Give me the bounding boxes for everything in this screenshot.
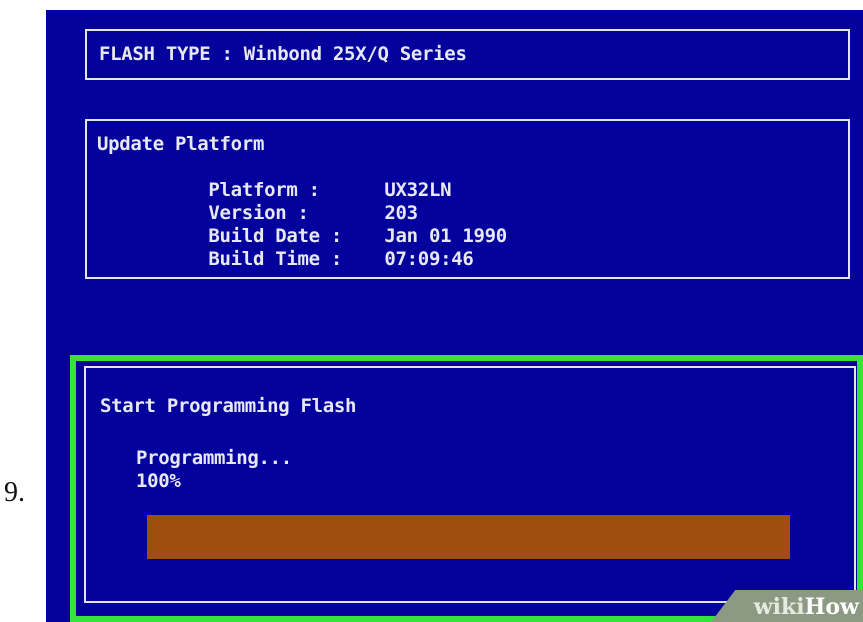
page: 9. FLASH TYPE : Winbond 25X/Q Series Upd… bbox=[0, 0, 863, 622]
platform-label: Platform : bbox=[208, 179, 320, 201]
step-number: 9. bbox=[4, 477, 25, 508]
build-date-value: Jan 01 1990 bbox=[384, 225, 507, 247]
update-platform-panel: Update Platform Platform : UX32LN Version… bbox=[85, 119, 850, 279]
programming-status-block: Programming... 100% bbox=[136, 447, 292, 493]
watermark-how: How bbox=[804, 594, 859, 620]
flash-type-text: FLASH TYPE : Winbond 25X/Q Series bbox=[99, 43, 467, 65]
programming-percent: 100% bbox=[136, 470, 181, 492]
progress-bar-fill bbox=[147, 515, 790, 559]
platform-row: Platform : UX32LN bbox=[97, 156, 507, 201]
progress-bar bbox=[147, 515, 790, 559]
build-time-value: 07:09:46 bbox=[384, 248, 474, 270]
programming-panel: Start Programming Flash Programming... 1… bbox=[84, 366, 856, 603]
platform-heading: Update Platform bbox=[97, 133, 265, 155]
programming-title: Start Programming Flash bbox=[100, 395, 357, 417]
version-label: Version : bbox=[208, 202, 309, 224]
build-date-label: Build Date : bbox=[208, 225, 343, 247]
watermark-wiki: wiki bbox=[753, 594, 805, 620]
platform-info: Update Platform Platform : UX32LN Version… bbox=[97, 133, 507, 270]
wikihow-watermark-text: wikiHow bbox=[754, 594, 859, 620]
flash-type-panel: FLASH TYPE : Winbond 25X/Q Series bbox=[85, 29, 850, 80]
build-time-label: Build Time : bbox=[208, 248, 343, 270]
version-value: 203 bbox=[384, 202, 418, 224]
platform-value: UX32LN bbox=[384, 179, 452, 201]
bios-flash-screen: FLASH TYPE : Winbond 25X/Q Series Update… bbox=[46, 10, 863, 622]
programming-status: Programming... bbox=[136, 447, 292, 469]
